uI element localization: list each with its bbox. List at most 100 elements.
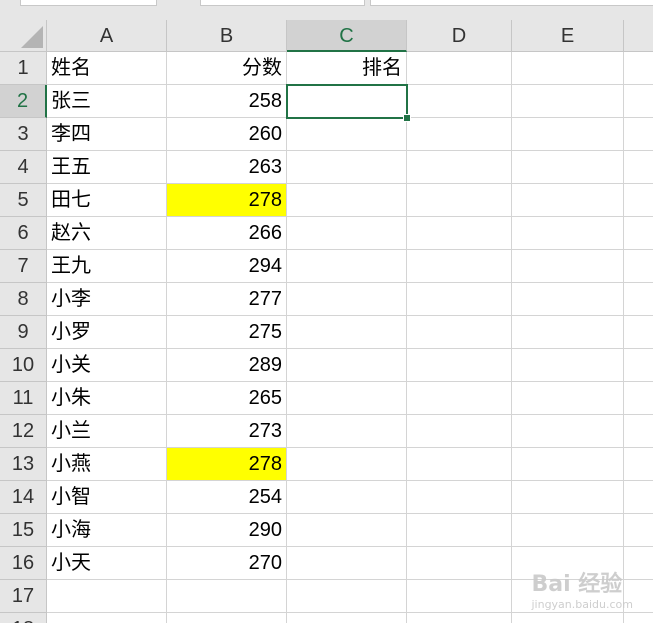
cell-f8[interactable] <box>624 283 653 316</box>
cell-b18[interactable] <box>167 613 287 623</box>
cell-a10[interactable]: 小关 <box>47 349 167 382</box>
column-header-b[interactable]: B <box>167 20 287 52</box>
cell-e13[interactable] <box>512 448 624 481</box>
cell-f4[interactable] <box>624 151 653 184</box>
cell-b3[interactable]: 260 <box>167 118 287 151</box>
cell-a16[interactable]: 小天 <box>47 547 167 580</box>
cell-f18[interactable] <box>624 613 653 623</box>
cell-d18[interactable] <box>407 613 512 623</box>
cell-a13[interactable]: 小燕 <box>47 448 167 481</box>
cell-b12[interactable]: 273 <box>167 415 287 448</box>
cell-c7[interactable] <box>287 250 407 283</box>
cell-d1[interactable] <box>407 52 512 85</box>
cell-d17[interactable] <box>407 580 512 613</box>
cell-b13[interactable]: 278 <box>167 448 287 481</box>
name-box[interactable] <box>20 0 157 6</box>
cell-f5[interactable] <box>624 184 653 217</box>
cell-b14[interactable]: 254 <box>167 481 287 514</box>
cell-d14[interactable] <box>407 481 512 514</box>
cell-f15[interactable] <box>624 514 653 547</box>
cell-a11[interactable]: 小朱 <box>47 382 167 415</box>
cell-f13[interactable] <box>624 448 653 481</box>
cell-f3[interactable] <box>624 118 653 151</box>
row-header[interactable]: 16 <box>0 547 47 580</box>
cell-d5[interactable] <box>407 184 512 217</box>
spreadsheet-grid[interactable]: A B C D E 1 姓名 分数 排名 2 张三 258 3 李四 260 4 王五 263 5 田七 278 6 赵六 2… <box>0 20 653 623</box>
cell-a9[interactable]: 小罗 <box>47 316 167 349</box>
cell-c9[interactable] <box>287 316 407 349</box>
row-header[interactable]: 6 <box>0 217 47 250</box>
cell-b4[interactable]: 263 <box>167 151 287 184</box>
cell-f9[interactable] <box>624 316 653 349</box>
cell-b8[interactable]: 277 <box>167 283 287 316</box>
row-header[interactable]: 9 <box>0 316 47 349</box>
cell-a1[interactable]: 姓名 <box>47 52 167 85</box>
cell-b11[interactable]: 265 <box>167 382 287 415</box>
cell-e14[interactable] <box>512 481 624 514</box>
cell-d8[interactable] <box>407 283 512 316</box>
cell-c15[interactable] <box>287 514 407 547</box>
cell-c11[interactable] <box>287 382 407 415</box>
cell-c18[interactable] <box>287 613 407 623</box>
cell-d4[interactable] <box>407 151 512 184</box>
cell-f12[interactable] <box>624 415 653 448</box>
row-header[interactable]: 18 <box>0 613 47 623</box>
cell-a7[interactable]: 王九 <box>47 250 167 283</box>
cell-f2[interactable] <box>624 85 653 118</box>
column-header-e[interactable]: E <box>512 20 624 52</box>
cell-d3[interactable] <box>407 118 512 151</box>
cell-c17[interactable] <box>287 580 407 613</box>
cell-a2[interactable]: 张三 <box>47 85 167 118</box>
cell-b5[interactable]: 278 <box>167 184 287 217</box>
cell-e4[interactable] <box>512 151 624 184</box>
column-header-f[interactable] <box>624 20 653 52</box>
cell-a6[interactable]: 赵六 <box>47 217 167 250</box>
row-header[interactable]: 10 <box>0 349 47 382</box>
cell-b16[interactable]: 270 <box>167 547 287 580</box>
cell-c4[interactable] <box>287 151 407 184</box>
cell-c5[interactable] <box>287 184 407 217</box>
cell-a18[interactable] <box>47 613 167 623</box>
cell-d15[interactable] <box>407 514 512 547</box>
cell-b1[interactable]: 分数 <box>167 52 287 85</box>
cell-a3[interactable]: 李四 <box>47 118 167 151</box>
cell-d11[interactable] <box>407 382 512 415</box>
cell-a5[interactable]: 田七 <box>47 184 167 217</box>
cell-b6[interactable]: 266 <box>167 217 287 250</box>
cell-d16[interactable] <box>407 547 512 580</box>
cell-a12[interactable]: 小兰 <box>47 415 167 448</box>
cell-b10[interactable]: 289 <box>167 349 287 382</box>
cell-e8[interactable] <box>512 283 624 316</box>
cell-d10[interactable] <box>407 349 512 382</box>
cell-f11[interactable] <box>624 382 653 415</box>
cell-e6[interactable] <box>512 217 624 250</box>
cell-b9[interactable]: 275 <box>167 316 287 349</box>
cell-e3[interactable] <box>512 118 624 151</box>
cell-a15[interactable]: 小海 <box>47 514 167 547</box>
cell-c3[interactable] <box>287 118 407 151</box>
cell-d13[interactable] <box>407 448 512 481</box>
cell-d12[interactable] <box>407 415 512 448</box>
cell-c13[interactable] <box>287 448 407 481</box>
cell-b2[interactable]: 258 <box>167 85 287 118</box>
cell-a14[interactable]: 小智 <box>47 481 167 514</box>
row-header[interactable]: 15 <box>0 514 47 547</box>
row-header[interactable]: 8 <box>0 283 47 316</box>
row-header[interactable]: 1 <box>0 52 47 85</box>
column-header-d[interactable]: D <box>407 20 512 52</box>
cell-b15[interactable]: 290 <box>167 514 287 547</box>
cell-a8[interactable]: 小李 <box>47 283 167 316</box>
cell-a17[interactable] <box>47 580 167 613</box>
cell-f6[interactable] <box>624 217 653 250</box>
cell-f14[interactable] <box>624 481 653 514</box>
row-header[interactable]: 17 <box>0 580 47 613</box>
function-box[interactable] <box>200 0 365 6</box>
cell-e18[interactable] <box>512 613 624 623</box>
cell-e2[interactable] <box>512 85 624 118</box>
cell-c6[interactable] <box>287 217 407 250</box>
cell-a4[interactable]: 王五 <box>47 151 167 184</box>
cell-c2[interactable] <box>287 85 407 118</box>
cell-c1[interactable]: 排名 <box>287 52 407 85</box>
column-header-c[interactable]: C <box>287 20 407 52</box>
cell-e11[interactable] <box>512 382 624 415</box>
